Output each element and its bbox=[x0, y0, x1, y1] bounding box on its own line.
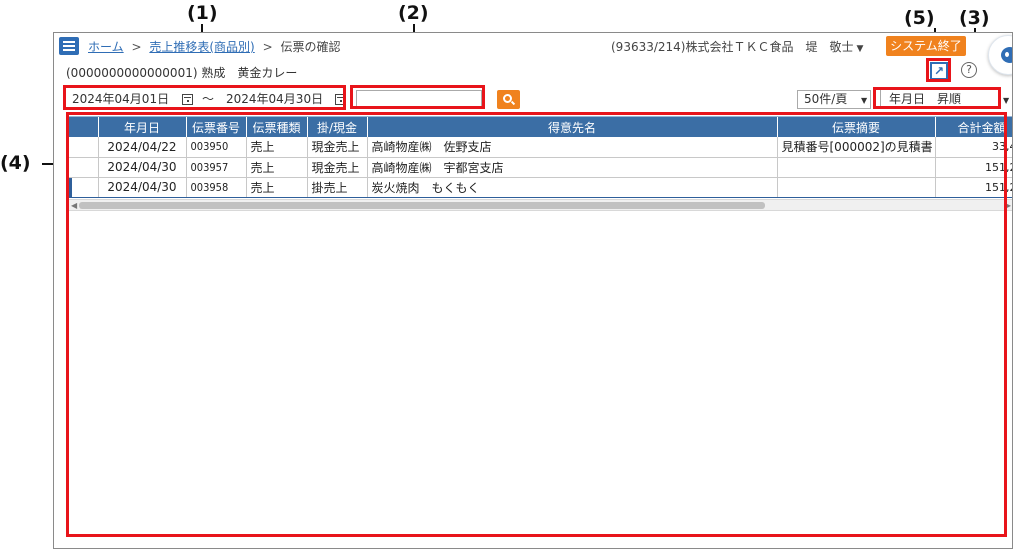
breadcrumb: ホーム > 売上推移表(商品別) > 伝票の確認 bbox=[88, 38, 340, 55]
cell-total: 151,20 bbox=[935, 176, 1012, 198]
cell-slip-no: 003950 bbox=[186, 137, 247, 158]
per-page-select[interactable]: 50件/頁 bbox=[797, 90, 871, 109]
breadcrumb-sales-trend[interactable]: 売上推移表(商品別) bbox=[149, 40, 254, 54]
cell-payment: 掛売上 bbox=[307, 176, 368, 198]
breadcrumb-home[interactable]: ホーム bbox=[88, 40, 124, 54]
col-header-customer[interactable]: 得意先名 bbox=[367, 117, 778, 137]
breadcrumb-separator: > bbox=[262, 40, 273, 54]
help-icon[interactable]: ? bbox=[961, 62, 977, 78]
callout-5: (5) bbox=[904, 7, 935, 29]
scroll-right-icon[interactable]: ▶ bbox=[1005, 200, 1011, 211]
col-header-slip-type[interactable]: 伝票種類 bbox=[246, 117, 308, 137]
product-title: (0000000000000001) 熟成 黄金カレー bbox=[66, 66, 298, 80]
external-link-icon[interactable]: ↗ bbox=[930, 62, 948, 80]
cell-slip-no: 003957 bbox=[186, 157, 247, 178]
cell-total: 151,20 bbox=[935, 157, 1012, 178]
cell-memo: 見積番号[000002]の見積書 bbox=[777, 137, 936, 158]
callout-1: (1) bbox=[187, 2, 218, 24]
table-row[interactable]: 2024/04/30 003957 売上 現金売上 高崎物産㈱ 宇都宮支店 15… bbox=[68, 157, 1012, 178]
date-from-field[interactable]: 2024年04月01日 bbox=[72, 89, 169, 110]
cell-customer: 高崎物産㈱ 佐野支店 bbox=[367, 137, 778, 158]
breadcrumb-separator: > bbox=[131, 40, 142, 54]
date-range-tilde: ～ bbox=[202, 92, 215, 106]
col-header-slip-no[interactable]: 伝票番号 bbox=[186, 117, 247, 137]
cell-slip-no: 003958 bbox=[186, 176, 247, 198]
col-header-date[interactable]: 年月日 bbox=[98, 117, 187, 137]
company-user-label: (93633/214)株式会社ＴＫＣ食品 堤 敬士 bbox=[611, 40, 854, 54]
table-row[interactable]: 2024/04/22 003950 売上 現金売上 高崎物産㈱ 佐野支店 見積番… bbox=[68, 137, 1012, 158]
cell-date: 2024/04/22 bbox=[98, 137, 187, 158]
search-input[interactable] bbox=[356, 90, 482, 107]
table-header-row: 年月日 伝票番号 伝票種類 掛/現金 得意先名 伝票摘要 合計金額 bbox=[68, 117, 1012, 137]
chevron-down-icon: ▼ bbox=[856, 44, 864, 54]
sort-select[interactable]: 年月日 昇順 bbox=[880, 90, 1012, 109]
scrollbar-thumb[interactable] bbox=[79, 202, 765, 209]
chevron-down-icon: ▼ bbox=[1003, 96, 1010, 105]
col-header-total[interactable]: 合計金額 bbox=[935, 117, 1012, 137]
cell-slip-type: 売上 bbox=[246, 176, 308, 198]
mascot-eye-icon bbox=[1005, 52, 1009, 57]
cell-memo bbox=[777, 176, 936, 198]
cell-payment: 現金売上 bbox=[307, 157, 368, 178]
system-exit-button[interactable]: システム終了 bbox=[886, 36, 966, 56]
cell-customer: 高崎物産㈱ 宇都宮支店 bbox=[367, 157, 778, 178]
app-window: ホーム > 売上推移表(商品別) > 伝票の確認 (93633/214)株式会社… bbox=[53, 32, 1013, 549]
cell-slip-type: 売上 bbox=[246, 137, 308, 158]
col-header-memo[interactable]: 伝票摘要 bbox=[777, 117, 936, 137]
cell-payment: 現金売上 bbox=[307, 137, 368, 158]
calendar-icon[interactable] bbox=[182, 94, 193, 105]
horizontal-scrollbar[interactable]: ◀ ▶ bbox=[68, 199, 1012, 211]
menu-icon[interactable] bbox=[59, 37, 79, 55]
cell-slip-type: 売上 bbox=[246, 157, 308, 178]
cell-total: 33,48 bbox=[935, 137, 1012, 158]
cell-date: 2024/04/30 bbox=[98, 157, 187, 178]
mascot-avatar[interactable] bbox=[988, 35, 1012, 75]
scroll-left-icon[interactable]: ◀ bbox=[71, 200, 77, 211]
breadcrumb-current: 伝票の確認 bbox=[280, 40, 341, 54]
slip-table: 年月日 伝票番号 伝票種類 掛/現金 得意先名 伝票摘要 合計金額 2024/0… bbox=[68, 116, 1012, 208]
company-user-menu[interactable]: (93633/214)株式会社ＴＫＣ食品 堤 敬士 ▼ bbox=[611, 38, 863, 55]
col-header-payment[interactable]: 掛/現金 bbox=[307, 117, 368, 137]
chevron-down-icon: ▼ bbox=[861, 96, 868, 105]
per-page-value: 50件/頁 bbox=[804, 92, 848, 106]
row-selection-marker bbox=[68, 176, 99, 198]
callout-2: (2) bbox=[398, 2, 429, 24]
calendar-icon[interactable] bbox=[335, 94, 346, 105]
col-header-marker bbox=[68, 117, 99, 137]
date-to-field[interactable]: 2024年04月30日 bbox=[226, 89, 323, 110]
search-button[interactable] bbox=[497, 90, 520, 109]
sort-value: 年月日 昇順 bbox=[889, 92, 962, 106]
callout-4: (4) bbox=[0, 152, 31, 174]
cell-customer: 炭火焼肉 もくもく bbox=[367, 176, 778, 198]
table-row-selected[interactable]: 2024/04/30 003958 売上 掛売上 炭火焼肉 もくもく 151,2… bbox=[68, 176, 1012, 198]
callout-3: (3) bbox=[959, 7, 990, 29]
cell-date: 2024/04/30 bbox=[98, 176, 187, 198]
cell-memo bbox=[777, 157, 936, 178]
